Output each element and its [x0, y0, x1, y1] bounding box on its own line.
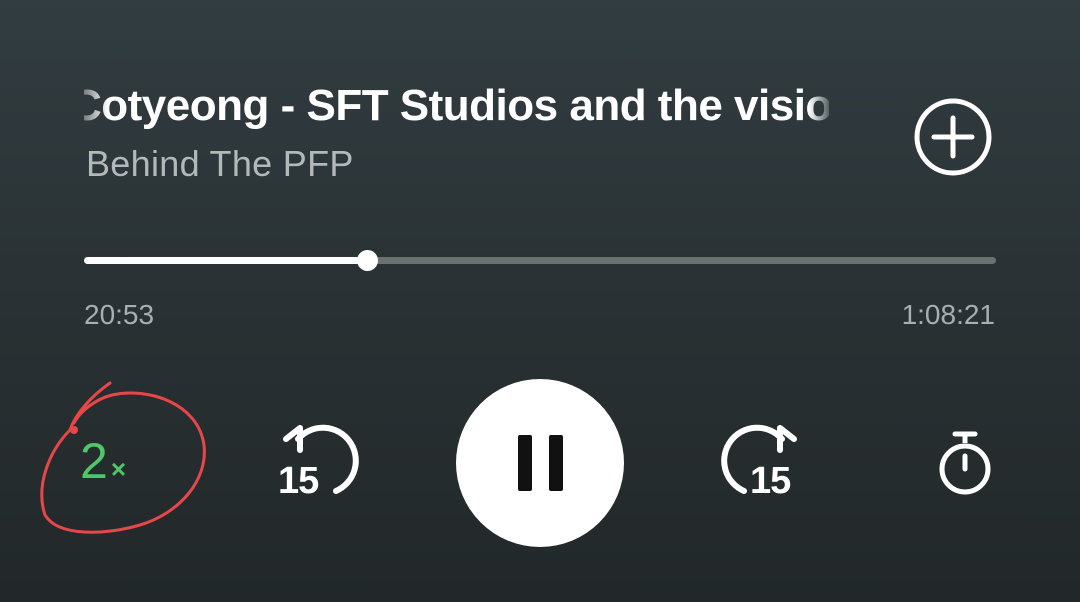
- pause-icon: [518, 435, 532, 491]
- skip-forward-seconds: 15: [750, 460, 791, 502]
- progress-thumb[interactable]: [356, 250, 378, 271]
- speed-multiplier-symbol: ×: [110, 454, 126, 484]
- episode-title: Cotyeong - SFT Studios and the vision: [84, 81, 829, 130]
- add-circle-icon: [914, 98, 992, 176]
- progress-bar[interactable]: [84, 250, 996, 271]
- episode-title-marquee: Cotyeong - SFT Studios and the vision: [84, 78, 829, 134]
- pause-icon-bar: [549, 435, 563, 491]
- total-duration: 1:08:21: [901, 299, 995, 330]
- skip-back-button[interactable]: 15: [270, 415, 366, 511]
- elapsed-time: 20:53: [84, 299, 155, 330]
- add-to-library-button[interactable]: [912, 96, 994, 178]
- progress-fill: [84, 257, 367, 264]
- skip-forward-button[interactable]: 15: [714, 415, 810, 511]
- skip-back-seconds: 15: [278, 460, 319, 502]
- sleep-timer-button[interactable]: [932, 428, 998, 498]
- pause-button[interactable]: [456, 379, 624, 547]
- show-name[interactable]: Behind The PFP: [86, 142, 354, 186]
- sleep-timer-icon: [939, 431, 991, 495]
- speed-value: 2: [80, 433, 108, 489]
- playback-speed-button[interactable]: 2 ×: [80, 428, 170, 498]
